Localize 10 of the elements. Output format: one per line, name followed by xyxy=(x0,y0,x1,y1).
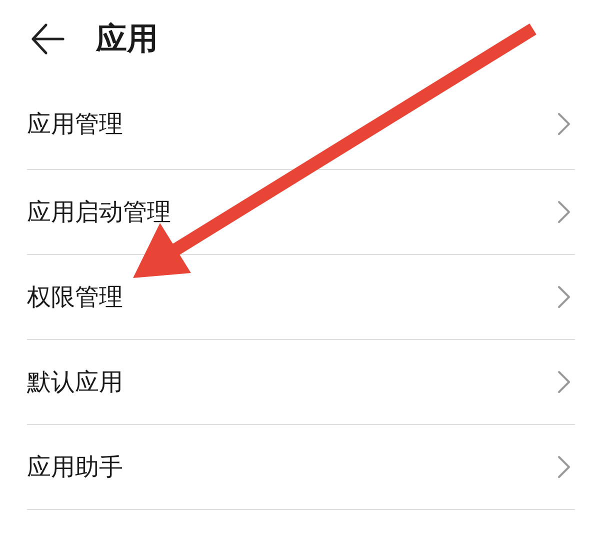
chevron-icon xyxy=(557,370,571,394)
back-icon[interactable] xyxy=(31,23,65,55)
chevron-icon xyxy=(557,455,571,479)
settings-item[interactable]: 应用助手 xyxy=(27,424,575,509)
chevron-icon xyxy=(557,285,571,309)
chevron-icon xyxy=(557,200,571,224)
settings-item[interactable]: 应用管理 xyxy=(27,78,575,169)
settings-item[interactable]: 默认应用 xyxy=(27,339,575,424)
page-title: 应用 xyxy=(96,20,158,59)
chevron-icon xyxy=(557,112,571,136)
